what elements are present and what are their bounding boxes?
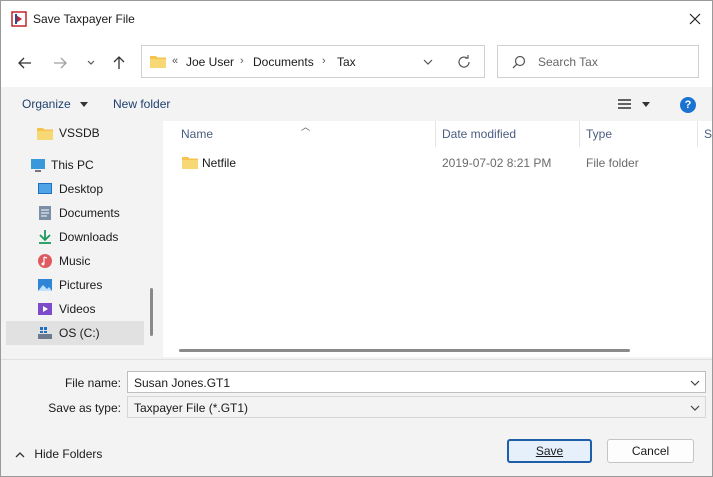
save-form: File name: Susan Jones.GT1 Save as type:… xyxy=(1,359,712,419)
save-as-type-select[interactable]: Taxpayer File (*.GT1) xyxy=(127,396,706,418)
documents-icon xyxy=(39,206,51,220)
breadcrumb-documents[interactable]: Documents xyxy=(253,55,314,69)
forward-button[interactable] xyxy=(48,51,72,75)
column-header-date-modified[interactable]: Date modified xyxy=(442,127,516,141)
arrow-left-icon xyxy=(18,57,31,69)
navigation-scrollbar[interactable] xyxy=(150,288,153,336)
nav-item-label: OS (C:) xyxy=(59,326,100,340)
save-dialog: Save Taxpayer File « Joe User › Document… xyxy=(0,0,713,477)
file-name-value: Susan Jones.GT1 xyxy=(134,376,231,390)
close-button[interactable] xyxy=(681,7,709,31)
breadcrumb-separator: › xyxy=(322,55,326,67)
nav-item-label: Pictures xyxy=(59,278,103,292)
folder-icon xyxy=(37,128,53,140)
file-name-label: File name: xyxy=(1,376,121,390)
chevron-down-icon xyxy=(87,60,95,65)
save-button-label: Save xyxy=(535,444,564,458)
nav-item-label: Music xyxy=(59,254,91,268)
new-folder-button[interactable]: New folder xyxy=(113,97,170,111)
address-bar[interactable]: « Joe User › Documents › Tax xyxy=(141,45,485,78)
folder-icon xyxy=(182,157,198,169)
breadcrumb-overflow[interactable]: « xyxy=(172,55,178,67)
file-list: ︿ Name Date modified Type S Netfile 2019… xyxy=(163,121,712,357)
column-divider[interactable] xyxy=(697,121,698,147)
hide-folders-button[interactable]: Hide Folders xyxy=(15,447,102,461)
column-header-name[interactable]: Name xyxy=(181,127,213,141)
folder-icon xyxy=(150,56,166,68)
save-button[interactable]: Save xyxy=(507,439,592,463)
nav-item-label: Documents xyxy=(59,206,120,220)
title-bar: Save Taxpayer File xyxy=(1,1,712,37)
breadcrumb-joe-user[interactable]: Joe User xyxy=(186,55,234,69)
nav-item-label: Videos xyxy=(59,302,96,316)
arrow-right-icon xyxy=(54,57,67,69)
search-icon xyxy=(512,55,526,69)
column-divider[interactable] xyxy=(435,121,436,147)
nav-item-documents[interactable]: Documents xyxy=(6,201,144,225)
recent-locations-button[interactable] xyxy=(79,51,103,75)
search-placeholder: Search Tax xyxy=(538,55,598,69)
up-button[interactable] xyxy=(107,51,131,75)
nav-item-this-pc[interactable]: This PC xyxy=(6,153,144,177)
nav-item-pictures[interactable]: Pictures xyxy=(6,273,144,297)
nav-item-label: This PC xyxy=(51,158,94,172)
dialog-footer: Hide Folders Save Cancel xyxy=(1,421,712,476)
save-as-type-label: Save as type: xyxy=(48,401,121,415)
nav-item-os-c[interactable]: OS (C:) xyxy=(6,321,144,345)
refresh-icon[interactable] xyxy=(456,54,472,70)
navigation-pane: VSSDB This PC Desktop Documents Download… xyxy=(6,121,148,357)
app-icon xyxy=(11,11,27,27)
chevron-down-icon[interactable] xyxy=(421,55,435,69)
nav-item-label: Downloads xyxy=(59,230,119,244)
desktop-icon xyxy=(38,183,52,194)
column-divider[interactable] xyxy=(579,121,580,147)
navigation-bar: « Joe User › Documents › Tax Search Tax xyxy=(1,37,712,87)
file-row[interactable]: Netfile 2019-07-02 8:21 PM File folder xyxy=(177,151,697,173)
sort-ascending-icon: ︿ xyxy=(301,122,311,132)
videos-icon xyxy=(38,303,52,315)
download-icon xyxy=(39,230,51,244)
search-box[interactable]: Search Tax xyxy=(497,45,699,78)
hide-folders-label: Hide Folders xyxy=(34,447,103,461)
nav-item-desktop[interactable]: Desktop xyxy=(6,177,144,201)
save-as-type-value: Taxpayer File (*.GT1) xyxy=(134,401,249,415)
pictures-icon xyxy=(38,279,52,291)
file-date-modified: 2019-07-02 8:21 PM xyxy=(442,156,552,170)
drive-icon xyxy=(38,327,52,339)
column-header-size[interactable]: S xyxy=(704,127,712,141)
column-header-type[interactable]: Type xyxy=(586,127,612,141)
back-button[interactable] xyxy=(13,51,37,75)
cancel-button-label: Cancel xyxy=(631,444,670,458)
window-title: Save Taxpayer File xyxy=(33,12,135,26)
cancel-button[interactable]: Cancel xyxy=(607,439,694,463)
caret-down-icon[interactable] xyxy=(642,102,650,107)
file-name-label-text: File name: xyxy=(64,376,121,390)
file-name-input[interactable]: Susan Jones.GT1 xyxy=(127,371,706,393)
organize-label: Organize xyxy=(22,97,71,111)
file-name: Netfile xyxy=(202,156,237,170)
help-button[interactable]: ? xyxy=(680,97,696,113)
breadcrumb-tax[interactable]: Tax xyxy=(337,55,356,69)
organize-button[interactable]: Organize xyxy=(22,97,89,111)
horizontal-scrollbar[interactable] xyxy=(179,349,630,352)
nav-item-label: VSSDB xyxy=(59,126,100,140)
chevron-down-icon[interactable] xyxy=(689,377,701,389)
chevron-down-icon[interactable] xyxy=(689,402,701,414)
nav-item-label: Desktop xyxy=(59,182,104,196)
breadcrumb-separator: › xyxy=(240,55,244,67)
computer-icon xyxy=(31,159,45,172)
nav-item-vssdb[interactable]: VSSDB xyxy=(6,121,144,145)
music-icon xyxy=(38,254,52,268)
chevron-up-icon xyxy=(15,452,25,458)
nav-item-videos[interactable]: Videos xyxy=(6,297,144,321)
arrow-up-icon xyxy=(113,56,125,69)
caret-down-icon xyxy=(80,102,89,108)
command-bar: Organize New folder ? xyxy=(1,87,712,121)
nav-item-downloads[interactable]: Downloads xyxy=(6,225,144,249)
close-icon xyxy=(689,13,701,25)
file-type: File folder xyxy=(586,156,639,170)
nav-item-music[interactable]: Music xyxy=(6,249,144,273)
view-options-icon[interactable] xyxy=(618,99,631,109)
